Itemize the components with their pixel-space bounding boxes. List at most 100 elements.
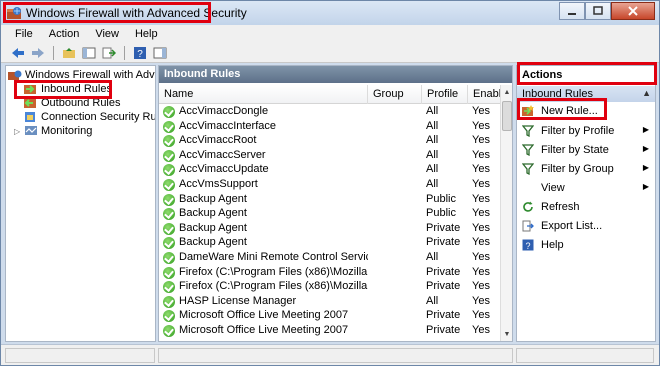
scroll-down-icon[interactable]: ▼ [501,327,512,341]
rule-name: Backup Agent [179,221,247,234]
rule-profile: All [426,148,439,161]
table-row[interactable]: Firefox (C:\Program Files (x86)\Mozilla … [159,266,502,280]
show-hide-tree-button[interactable] [80,45,98,61]
expand-arrow-icon[interactable]: ▷ [14,127,24,136]
menu-action[interactable]: Action [41,28,88,40]
submenu-arrow-icon: ▶ [642,182,649,191]
rule-profile: Private [426,265,461,278]
table-row[interactable]: AccVimaccInterface All Yes [159,120,502,134]
action-label: Filter by Profile [541,125,615,137]
rule-name: HASP License Manager [179,294,297,307]
rule-profile: Public [426,192,456,205]
rule-name: AccVimaccServer [179,148,266,161]
rule-enabled: Yes [472,294,490,307]
action-label: Help [541,239,564,251]
action-label: Filter by State [541,144,609,156]
menu-file[interactable]: File [7,28,41,40]
table-row[interactable]: Backup Agent Public Yes [159,193,502,207]
status-segment [158,348,513,363]
table-row[interactable]: DameWare Mini Remote Control Service All Y… [159,251,502,265]
back-arrow-icon [12,47,24,58]
table-row[interactable]: Backup Agent Private Yes [159,236,502,250]
close-button[interactable] [611,2,655,20]
rule-enabled: Yes [472,207,490,220]
menu-view[interactable]: View [87,28,127,40]
table-row[interactable]: AccVimaccRoot All Yes [159,134,502,148]
submenu-arrow-icon: ▶ [642,144,649,153]
enabled-check-icon [163,281,175,294]
column-group[interactable]: Group [368,85,422,104]
action-filter-by-profile[interactable]: Filter by Profile ▶ [517,122,655,140]
vertical-scrollbar[interactable]: ▲ ▼ [500,85,512,341]
table-row[interactable]: AccVimaccDongle All Yes [159,105,502,119]
enabled-check-icon [163,179,175,191]
rule-enabled: Yes [472,178,490,190]
minimize-button[interactable] [559,2,585,20]
rule-enabled: Yes [472,309,490,322]
rule-profile: Private [426,309,461,322]
rule-enabled: Yes [472,280,490,293]
filter-icon [521,163,535,176]
back-button[interactable] [9,45,27,61]
enabled-check-icon [163,164,175,177]
enabled-check-icon [163,325,175,337]
rule-name: Backup Agent [179,207,247,220]
toolbar: ? [1,43,659,63]
enabled-check-icon [163,193,175,206]
rule-name: Backup Agent [179,236,247,249]
table-row[interactable]: Microsoft Office Live Meeting 2007 Privat… [159,309,502,323]
export-button[interactable] [100,45,118,61]
rule-enabled: Yes [472,236,490,249]
rule-profile: All [426,251,439,263]
title-highlight-box [3,2,211,23]
minimize-icon [568,13,576,15]
collapse-caret-icon[interactable]: ▲ [642,88,651,98]
rule-profile: Private [426,221,461,234]
forward-button[interactable] [29,45,47,61]
action-export-list[interactable]: Export List... [517,217,655,235]
maximize-button[interactable] [585,2,611,20]
action-filter-by-state[interactable]: Filter by State ▶ [517,141,655,159]
help-button[interactable]: ? [131,45,149,61]
rule-enabled: Yes [472,163,490,176]
toolbar-separator [53,45,54,60]
submenu-arrow-icon: ▶ [642,125,649,134]
connection-security-icon [25,112,35,122]
show-hide-action-pane-button[interactable] [151,45,169,61]
rule-profile: All [426,134,439,147]
menu-help[interactable]: Help [127,28,166,40]
rule-enabled: Yes [472,324,490,336]
tree-item-monitoring[interactable]: ▷ Monitoring [14,124,92,138]
table-row[interactable]: Backup Agent Public Yes [159,207,502,221]
table-row[interactable]: Backup Agent Private Yes [159,222,502,236]
column-name[interactable]: Name [159,85,368,104]
console-tree: Windows Firewall with Advance Inbound Ru… [5,65,156,342]
action-refresh[interactable]: Refresh [517,198,655,216]
rule-name: Firefox (C:\Program Files (x86)\Mozilla … [179,280,368,293]
rule-profile: Private [426,280,461,293]
table-row[interactable]: AccVimaccServer All Yes [159,149,502,163]
svg-text:?: ? [525,241,530,251]
up-level-button[interactable] [60,45,78,61]
table-row[interactable]: AccVmsSupport All Yes [159,178,502,192]
rules-pane: Inbound Rules Name Group Profile Enable … [158,65,513,342]
scroll-up-icon[interactable]: ▲ [501,85,512,99]
action-filter-by-group[interactable]: Filter by Group ▶ [517,160,655,178]
rule-name: DameWare Mini Remote Control Service [179,251,368,263]
table-row[interactable]: Firefox (C:\Program Files (x86)\Mozilla … [159,280,502,294]
help-icon: ? [522,239,534,251]
close-icon [628,6,638,16]
tree-item-connection-security-rules[interactable]: Connection Security Rules [24,110,155,124]
table-row[interactable]: Microsoft Office Live Meeting 2007 Privat… [159,324,502,338]
scroll-thumb[interactable] [502,101,512,131]
action-help[interactable]: ? Help [517,236,655,254]
rule-name: AccVmsSupport [179,178,258,190]
table-row[interactable]: AccVimaccUpdate All Yes [159,163,502,177]
enabled-check-icon [163,295,175,308]
rule-name: AccVimaccInterface [179,119,277,132]
column-profile[interactable]: Profile [422,85,468,104]
rules-pane-title: Inbound Rules [159,66,512,83]
status-segment [5,348,155,363]
action-view[interactable]: View ▶ [517,179,655,197]
table-row[interactable]: HASP License Manager All Yes [159,295,502,309]
